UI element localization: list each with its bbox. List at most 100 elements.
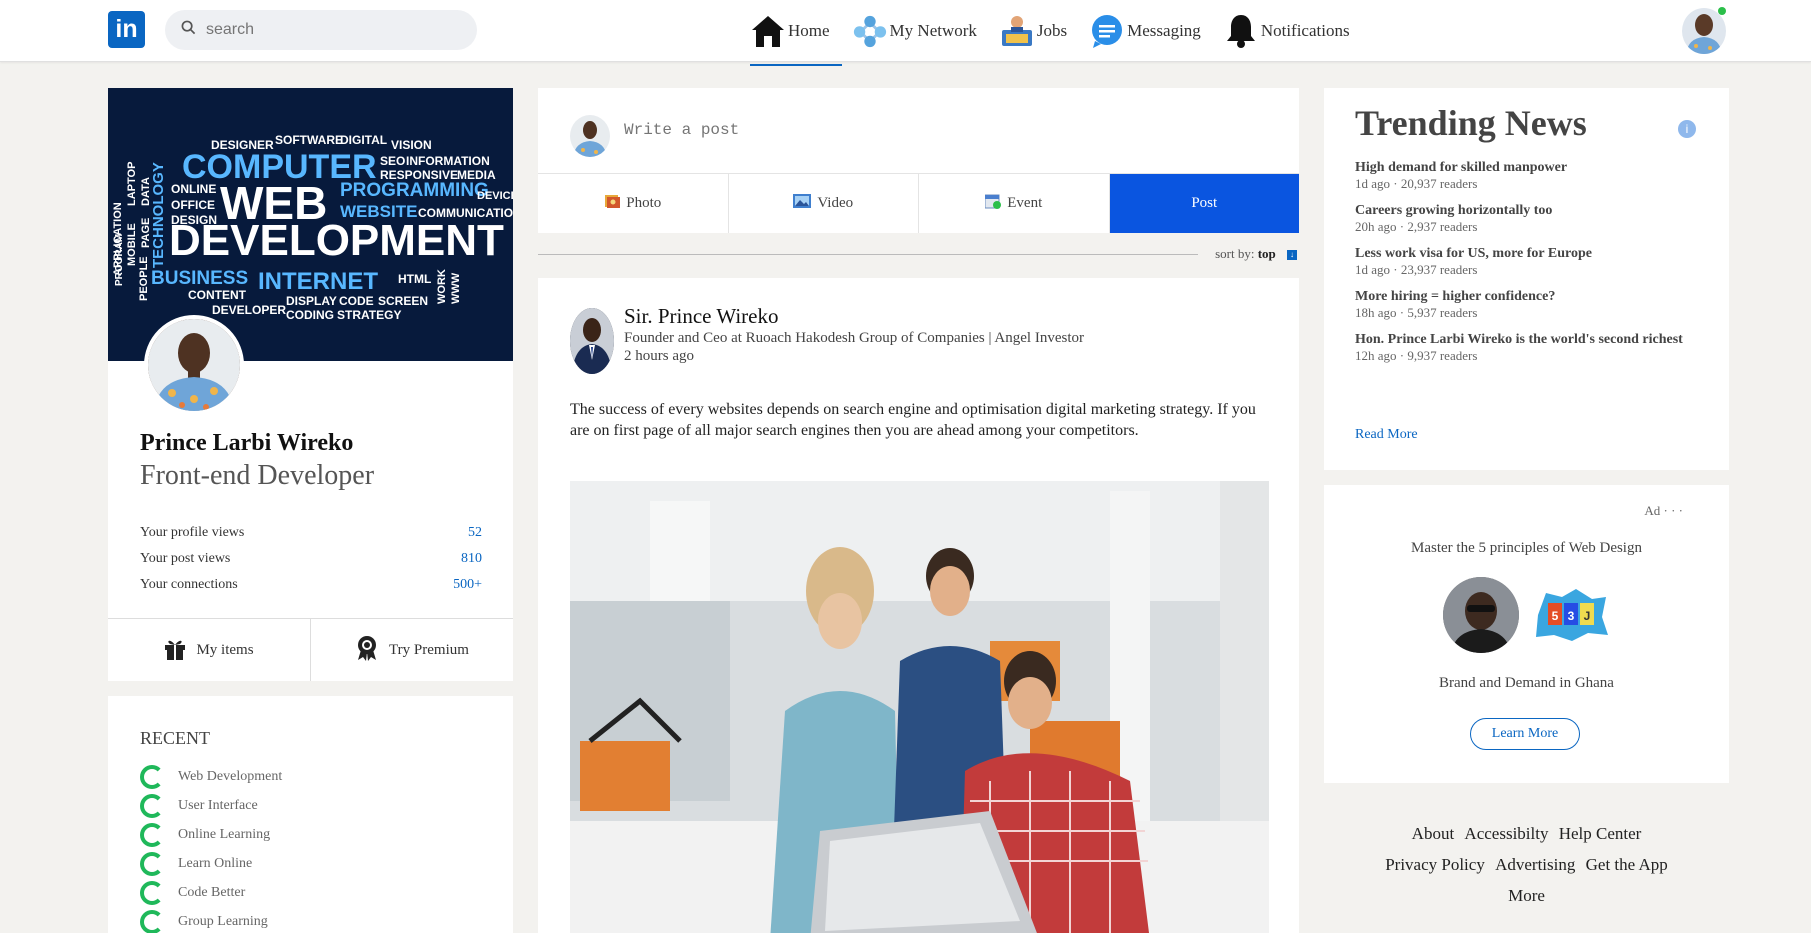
try-premium-label: Try Premium	[389, 641, 469, 658]
award-icon	[355, 635, 379, 666]
svg-text:3: 3	[1568, 609, 1575, 623]
jobs-icon	[999, 13, 1035, 49]
news-headline: High demand for skilled manpower	[1355, 160, 1568, 175]
footer-link-get-app[interactable]: Get the App	[1586, 855, 1668, 874]
footer-link-more[interactable]: More	[1508, 886, 1545, 905]
news-item[interactable]: Careers growing horizontally too 20h ago…	[1355, 203, 1705, 234]
post-body: The success of every websites depends on…	[570, 401, 1256, 439]
news-meta: 1d ago · 20,937 readers	[1355, 176, 1478, 191]
cover-word: SEO	[380, 154, 406, 168]
profile-name[interactable]: Prince Larbi Wireko	[140, 430, 353, 457]
composer-actions: Photo Video Event Post	[538, 173, 1299, 233]
video-icon	[793, 194, 812, 213]
post-author-avatar[interactable]	[570, 308, 614, 374]
post-author-name[interactable]: Sir. Prince Wireko	[624, 304, 779, 329]
recent-item[interactable]: User Interface	[140, 791, 282, 820]
stat-value: 810	[461, 551, 482, 566]
write-post-input[interactable]	[624, 121, 1224, 139]
cover-word: TECHNOLOGY	[150, 162, 167, 268]
stat-connections[interactable]: Your connections 500+	[140, 572, 482, 598]
post-label: Post	[1191, 195, 1218, 211]
profile-card: DESIGNER SOFTWARE DIGITAL VISION COMPUTE…	[108, 88, 513, 681]
ad-card: Ad · · · Master the 5 principles of Web …	[1324, 485, 1729, 783]
recent-item-label: User Interface	[178, 797, 258, 813]
news-headline: Hon. Prince Larbi Wireko is the world's …	[1355, 332, 1683, 347]
ad-label[interactable]: Ad · · ·	[1644, 503, 1683, 519]
stat-value: 52	[468, 525, 482, 540]
news-item[interactable]: Hon. Prince Larbi Wireko is the world's …	[1355, 332, 1705, 363]
video-button[interactable]: Video	[729, 174, 919, 233]
recent-card: RECENT Web Development User Interface On…	[108, 696, 513, 933]
news-meta: 20h ago · 2,937 readers	[1355, 219, 1478, 234]
profile-cover-image: DESIGNER SOFTWARE DIGITAL VISION COMPUTE…	[108, 88, 513, 361]
sort-down-icon[interactable]: ↓	[1287, 250, 1297, 261]
news-headline: Careers growing horizontally too	[1355, 203, 1553, 218]
composer-avatar	[570, 115, 610, 157]
news-headline: More hiring = higher confidence?	[1355, 289, 1556, 304]
refresh-icon	[140, 822, 164, 847]
search-box[interactable]	[165, 10, 477, 50]
stat-profile-views[interactable]: Your profile views 52	[140, 520, 482, 546]
post-button[interactable]: Post	[1109, 174, 1299, 233]
nav-home[interactable]: Home	[750, 0, 842, 66]
nav-notifications[interactable]: Notifications	[1223, 0, 1362, 62]
me-avatar[interactable]	[1682, 8, 1726, 54]
recent-item[interactable]: Learn Online	[140, 849, 282, 878]
cover-word: CONTENT	[188, 288, 246, 302]
profile-actions: My items Try Premium	[108, 618, 513, 681]
cover-word: DEVELOPER	[212, 303, 287, 317]
photo-label: Photo	[626, 195, 662, 211]
cover-word: DEVICE	[477, 190, 513, 202]
footer-link-advertising[interactable]: Advertising	[1495, 855, 1575, 874]
stat-post-views[interactable]: Your post views 810	[140, 546, 482, 572]
photo-icon	[604, 193, 621, 214]
cover-word: SOFTWARE	[275, 133, 343, 147]
recent-item[interactable]: Online Learning	[140, 820, 282, 849]
my-items-button[interactable]: My items	[108, 619, 310, 681]
cover-word: MOBILE	[126, 223, 138, 266]
sort-control[interactable]: sort by: top ↓	[1215, 246, 1297, 262]
news-meta: 18h ago · 5,937 readers	[1355, 305, 1478, 320]
photo-button[interactable]: Photo	[538, 174, 729, 233]
profile-headline: Front-end Developer	[140, 460, 375, 491]
ad-caption: Brand and Demand in Ghana	[1439, 675, 1614, 691]
recent-item[interactable]: Web Development	[140, 762, 282, 791]
footer-link-privacy[interactable]: Privacy Policy	[1385, 855, 1485, 874]
news-item[interactable]: More hiring = higher confidence? 18h ago…	[1355, 289, 1705, 320]
news-list: High demand for skilled manpower 1d ago …	[1355, 160, 1705, 375]
recent-item-label: Web Development	[178, 768, 283, 784]
profile-avatar[interactable]	[144, 315, 244, 415]
cover-word: SCREEN	[378, 294, 429, 308]
footer-link-about[interactable]: About	[1412, 824, 1455, 843]
cover-word: PROGRAM	[114, 233, 125, 286]
bell-icon	[1223, 13, 1259, 49]
try-premium-button[interactable]: Try Premium	[310, 619, 513, 681]
recent-item[interactable]: Group Learning	[140, 907, 282, 933]
recent-item[interactable]: Code Better	[140, 878, 282, 907]
event-label: Event	[1007, 195, 1043, 211]
event-button[interactable]: Event	[919, 174, 1110, 233]
cover-word: PROGRAMMING	[340, 180, 489, 201]
refresh-icon	[140, 851, 164, 876]
info-icon[interactable]: i	[1678, 120, 1696, 138]
post-image[interactable]	[570, 481, 1269, 933]
footer-link-accessibility[interactable]: Accessibilty	[1464, 824, 1548, 843]
refresh-icon	[140, 764, 164, 789]
home-icon	[750, 13, 786, 49]
nav-messaging[interactable]: Messaging	[1089, 0, 1213, 62]
news-item[interactable]: High demand for skilled manpower 1d ago …	[1355, 160, 1705, 191]
footer-link-help-center[interactable]: Help Center	[1559, 824, 1642, 843]
cover-word: INFORMATION	[406, 154, 490, 168]
linkedin-logo[interactable]: in	[108, 11, 145, 48]
main-nav: Home My Network Jobs Messaging Notificat…	[750, 0, 1372, 66]
recent-list: Web Development User Interface Online Le…	[140, 762, 282, 933]
search-input[interactable]	[206, 21, 456, 39]
learn-more-button[interactable]: Learn More	[1470, 718, 1580, 750]
post-timestamp: 2 hours ago	[624, 348, 694, 364]
news-item[interactable]: Less work visa for US, more for Europe 1…	[1355, 246, 1705, 277]
read-more-link[interactable]: Read More	[1355, 427, 1418, 443]
nav-my-network[interactable]: My Network	[852, 0, 989, 62]
stat-value: 500+	[453, 577, 482, 592]
nav-jobs[interactable]: Jobs	[999, 0, 1079, 62]
cover-word: PEOPLE	[138, 256, 150, 301]
